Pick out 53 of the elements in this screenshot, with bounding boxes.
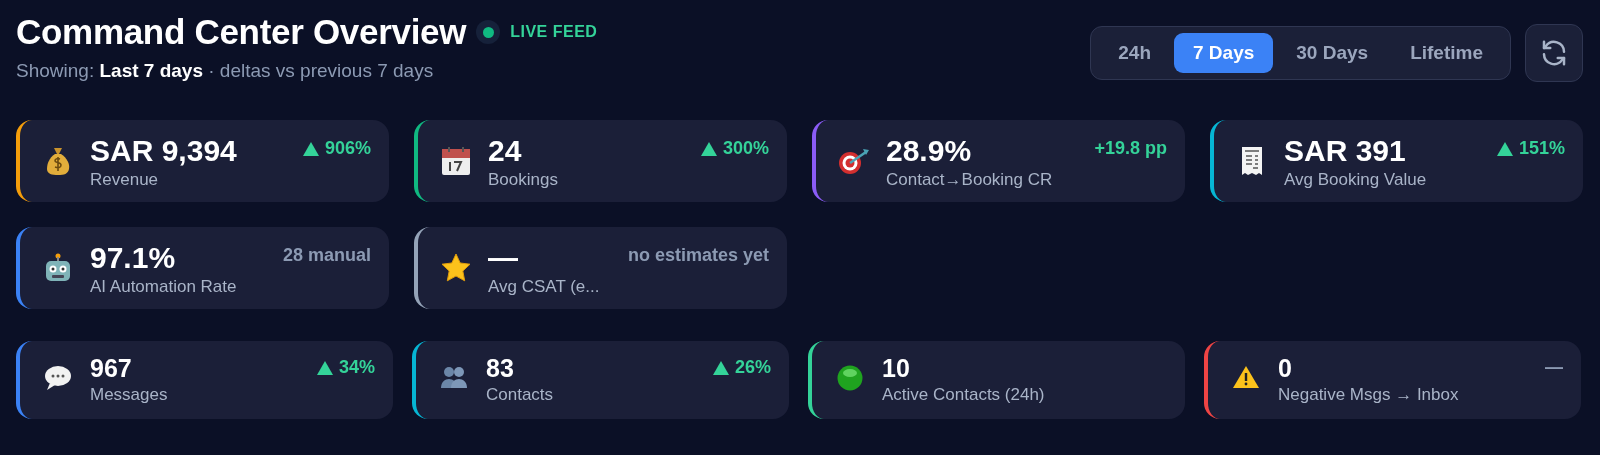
range-tab[interactable]: 30 Days — [1277, 33, 1388, 73]
receipt-icon — [1241, 146, 1263, 176]
page-title: Command Center Overview — [16, 12, 467, 52]
metric-delta: 151% — [1518, 138, 1565, 159]
metric-delta: +19.8 pp — [1094, 138, 1167, 159]
up-triangle-icon — [700, 141, 717, 156]
up-triangle-icon — [316, 360, 333, 375]
metric-value: 10 — [882, 353, 911, 383]
metric-label: Messages — [90, 385, 169, 405]
metric-value: SAR 391 — [1284, 134, 1407, 168]
range-tab[interactable]: 7 Days — [1174, 33, 1274, 73]
metric-delta: 300% — [722, 138, 769, 159]
money-bag-icon — [45, 146, 71, 176]
live-dot-icon — [476, 20, 501, 44]
metric-label: Avg CSAT (e... — [488, 277, 601, 297]
calendar-icon — [441, 146, 471, 176]
star-icon — [441, 253, 471, 283]
metric-delta: 28 manual — [282, 245, 371, 266]
metric-value: 28.9% — [886, 134, 973, 168]
metric-label: Avg Booking Value — [1284, 170, 1428, 190]
metric-label: AI Automation Rate — [90, 277, 238, 297]
metric-value: SAR 9,394 — [90, 134, 238, 168]
metric-value: 24 — [488, 134, 523, 168]
metric-label: Contact→Booking CR — [886, 170, 1054, 190]
up-triangle-icon — [1496, 141, 1513, 156]
metric-delta: 34% — [338, 357, 375, 378]
metric-label: Negative Msgs → Inbox — [1278, 385, 1460, 405]
refresh-button[interactable] — [1525, 24, 1583, 82]
metric-label: Active Contacts (24h) — [882, 385, 1046, 405]
metric-label: Bookings — [488, 170, 559, 190]
metric-value: 967 — [90, 353, 133, 383]
metric-value: 83 — [486, 353, 515, 383]
warning-icon — [1232, 365, 1260, 389]
metric-delta: — — [1545, 357, 1563, 378]
robot-icon — [43, 253, 73, 283]
target-icon — [838, 146, 870, 176]
up-triangle-icon — [712, 360, 729, 375]
metric-value: — — [488, 241, 519, 275]
metric-delta: 906% — [324, 138, 371, 159]
metric-value: 97.1% — [90, 241, 177, 275]
range-tab[interactable]: 24h — [1099, 33, 1170, 73]
live-label: LIVE FEED — [510, 23, 598, 41]
speech-bubble-icon — [44, 365, 72, 391]
metric-label: Revenue — [90, 170, 160, 190]
metric-delta: 26% — [734, 357, 771, 378]
range-tab[interactable]: Lifetime — [1391, 33, 1502, 73]
people-icon — [440, 365, 468, 389]
metric-delta: no estimates yet — [627, 245, 769, 266]
metric-label: Contacts — [486, 385, 555, 405]
subtitle: Showing: Last 7 days · deltas vs previous 7 days — [16, 60, 435, 82]
status-dot-icon — [837, 365, 863, 391]
up-triangle-icon — [302, 141, 319, 156]
metric-value: 0 — [1278, 353, 1293, 383]
